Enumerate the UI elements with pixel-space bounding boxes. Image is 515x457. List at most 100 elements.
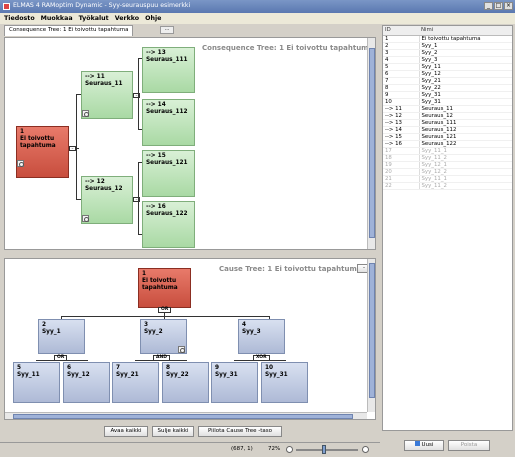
- node-id: 2: [42, 322, 47, 328]
- row-name-cell: Syy_31: [419, 98, 512, 106]
- consequence-node-14[interactable]: --> 14 Seuraus_112: [142, 99, 195, 146]
- row-id-cell: 5: [383, 63, 420, 71]
- expand-all-button[interactable]: Avaa kaikki: [104, 426, 148, 437]
- cause-node-2[interactable]: 2 Syy_1: [38, 319, 85, 354]
- table-row[interactable]: 21 Syy_11_1: [383, 175, 512, 183]
- menu-muokkaa[interactable]: Muokkaa: [41, 15, 73, 24]
- delete-button[interactable]: Poista: [448, 440, 490, 451]
- coordinates-readout: (687, 1): [231, 446, 253, 452]
- zoom-slider[interactable]: [296, 449, 358, 451]
- menu-tiedosto[interactable]: Tiedosto: [4, 15, 35, 24]
- cause-node-7[interactable]: 7 Syy_21: [112, 362, 159, 403]
- menu-tyokalut[interactable]: Työkalut: [79, 15, 109, 24]
- table-row[interactable]: 7 Syy_21: [383, 77, 512, 85]
- table-row[interactable]: 1 Ei toivottu tapahtuma: [383, 35, 512, 43]
- table-row[interactable]: 17 Syy_11_1: [383, 147, 512, 155]
- window-title: ELMAS 4 RAMoptim Dynamic - Syy-seurauspu…: [13, 2, 191, 9]
- cause-node-8[interactable]: 8 Syy_22: [162, 362, 209, 403]
- row-name-cell: Seuraus_122: [419, 140, 512, 148]
- node-id: 4: [242, 322, 247, 328]
- table-row[interactable]: --> 15 Seuraus_121: [383, 133, 512, 141]
- table-row[interactable]: 6 Syy_12: [383, 70, 512, 78]
- column-header-name[interactable]: Nimi: [419, 26, 512, 36]
- row-id-cell: 4: [383, 56, 420, 64]
- table-row[interactable]: --> 12 Seuraus_12: [383, 112, 512, 120]
- node-label: Seuraus_122: [146, 211, 188, 217]
- node-label: Syy_22: [166, 372, 189, 378]
- cause-node-9[interactable]: 9 Syy_31: [211, 362, 258, 403]
- consequence-node-16[interactable]: --> 16 Seuraus_122: [142, 201, 195, 248]
- tab-options-button[interactable]: ...: [160, 26, 174, 34]
- row-id-cell: --> 15: [383, 133, 420, 141]
- node-label: Syy_31: [265, 372, 288, 378]
- row-name-cell: Syy_11_2: [419, 154, 512, 162]
- zoom-icon[interactable]: [82, 215, 89, 222]
- node-id: 7: [116, 365, 121, 371]
- table-row[interactable]: 3 Syy_2: [383, 49, 512, 57]
- cause-horizontal-scrollbar[interactable]: [5, 412, 367, 419]
- table-row[interactable]: --> 14 Seuraus_112: [383, 126, 512, 134]
- node-id: 3: [144, 322, 149, 328]
- close-button[interactable]: ×: [504, 2, 513, 10]
- cause-node-4[interactable]: 4 Syy_3: [238, 319, 285, 354]
- table-row[interactable]: 18 Syy_11_2: [383, 154, 512, 162]
- node-label: Syy_12: [67, 372, 90, 378]
- row-id-cell: 6: [383, 70, 420, 78]
- minimize-button[interactable]: _: [484, 2, 493, 10]
- pane-splitter[interactable]: [4, 252, 376, 257]
- column-header-id[interactable]: ID: [383, 26, 419, 36]
- consequence-node-13[interactable]: --> 13 Seuraus_111: [142, 47, 195, 93]
- row-name-cell: Syy_12_1: [419, 161, 512, 169]
- zoom-out-icon[interactable]: [286, 446, 293, 453]
- node-id: 5: [17, 365, 22, 371]
- tab-bar: Consequence Tree: 1 Ei toivottu tapahtum…: [0, 24, 380, 36]
- consequence-root-node[interactable]: 1 Ei toivottu tapahtuma: [16, 126, 69, 178]
- table-row[interactable]: 4 Syy_3: [383, 56, 512, 64]
- cause-tree-pane: Cause Tree: 1 Ei toivottu tapahtuma - 1 …: [4, 258, 376, 420]
- maximize-button[interactable]: □: [494, 2, 503, 10]
- table-row[interactable]: 9 Syy_31: [383, 91, 512, 99]
- scrollbar-thumb[interactable]: [369, 48, 375, 238]
- table-row[interactable]: 19 Syy_12_1: [383, 161, 512, 169]
- zoom-icon[interactable]: [82, 110, 89, 117]
- cause-node-6[interactable]: 6 Syy_12: [63, 362, 110, 403]
- table-row[interactable]: 10 Syy_31: [383, 98, 512, 106]
- row-id-cell: 3: [383, 49, 420, 57]
- table-row[interactable]: --> 11 Seuraus_11: [383, 105, 512, 113]
- table-row[interactable]: 22 Syy_11_2: [383, 182, 512, 190]
- table-row[interactable]: 20 Syy_12_2: [383, 168, 512, 176]
- table-row[interactable]: 2 Syy_1: [383, 42, 512, 50]
- cause-node-10[interactable]: 10 Syy_31: [261, 362, 308, 403]
- new-button[interactable]: Uusi: [404, 440, 444, 451]
- hide-cause-tree-button[interactable]: Piilota Cause Tree -taso: [198, 426, 282, 437]
- cause-top-node[interactable]: 1 Ei toivottu tapahtuma: [138, 268, 191, 308]
- zoom-slider-thumb[interactable]: [322, 445, 326, 454]
- row-id-cell: 8: [383, 84, 420, 92]
- zoom-icon[interactable]: [178, 346, 185, 353]
- scrollbar-thumb[interactable]: [369, 263, 375, 398]
- collapse-all-button[interactable]: Sulje kaikki: [152, 426, 194, 437]
- consequence-vertical-scrollbar[interactable]: [367, 38, 375, 249]
- menu-bar: Tiedosto Muokkaa Työkalut Verkko Ohje: [0, 13, 515, 24]
- row-id-cell: --> 14: [383, 126, 420, 134]
- new-button-label: Uusi: [421, 442, 434, 448]
- delete-button-label: Poista: [460, 442, 478, 448]
- table-row[interactable]: --> 13 Seuraus_111: [383, 119, 512, 127]
- element-list: ID Nimi 1 Ei toivottu tapahtuma 2 Syy_1 3 Syy…: [382, 25, 513, 431]
- table-row[interactable]: 8 Syy_22: [383, 84, 512, 92]
- zoom-in-icon[interactable]: [362, 446, 369, 453]
- table-row[interactable]: --> 16 Seuraus_122: [383, 140, 512, 148]
- collapse-toggle-icon[interactable]: –: [69, 146, 76, 151]
- menu-verkko[interactable]: Verkko: [115, 15, 139, 24]
- menu-ohje[interactable]: Ohje: [145, 15, 161, 24]
- zoom-icon[interactable]: [17, 160, 24, 167]
- row-name-cell: Ei toivottu tapahtuma: [419, 35, 512, 43]
- node-id: 6: [67, 365, 72, 371]
- scrollbar-thumb[interactable]: [13, 414, 353, 419]
- consequence-node-15[interactable]: --> 15 Seuraus_121: [142, 150, 195, 197]
- node-id: 1: [142, 271, 147, 277]
- table-row[interactable]: 5 Syy_11: [383, 63, 512, 71]
- cause-node-5[interactable]: 5 Syy_11: [13, 362, 60, 403]
- cause-vertical-scrollbar[interactable]: [367, 259, 375, 412]
- tab-consequence-tree[interactable]: Consequence Tree: 1 Ei toivottu tapahtum…: [4, 25, 134, 36]
